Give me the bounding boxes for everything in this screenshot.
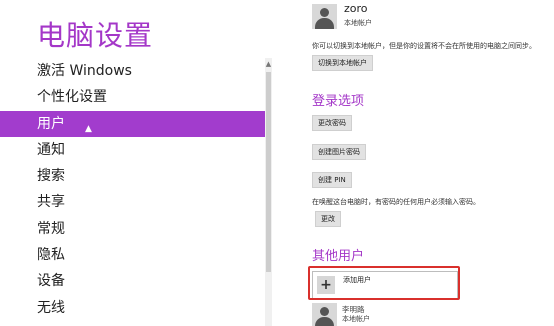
scroll-up-arrow-icon[interactable]: ▲: [265, 58, 272, 70]
nav-item-users-label: 用户: [37, 115, 65, 132]
user-avatar-icon: [312, 4, 337, 29]
nav-item-personalization[interactable]: 个性化设置: [0, 84, 265, 110]
nav-item-notifications[interactable]: 通知: [0, 137, 265, 163]
current-user-account-type: 本地帐户: [344, 19, 372, 27]
other-user-account-type: 本地帐户: [342, 315, 370, 323]
nav-item-general[interactable]: 常规: [0, 216, 265, 242]
change-password-button[interactable]: 更改密码: [312, 115, 352, 131]
sidebar: 电脑设置 激活 Windows 个性化设置 用户 ▲ 通知 搜索 共享 常规 隐…: [0, 0, 265, 326]
other-users-heading: 其他用户: [312, 249, 365, 264]
nav-item-search[interactable]: 搜索: [0, 163, 265, 189]
current-user-name: zoro: [344, 2, 368, 15]
scroll-thumb[interactable]: [266, 72, 271, 272]
other-user-avatar-icon[interactable]: [312, 303, 337, 326]
nav-item-wireless[interactable]: 无线: [0, 295, 265, 321]
create-picture-password-button[interactable]: 创建图片密码: [312, 144, 366, 160]
settings-nav: 激活 Windows 个性化设置 用户 ▲ 通知 搜索 共享 常规 隐私 设备 …: [0, 58, 265, 321]
nav-item-devices[interactable]: 设备: [0, 268, 265, 294]
nav-item-activate-windows[interactable]: 激活 Windows: [0, 58, 265, 84]
login-options-heading: 登录选项: [312, 94, 365, 109]
sidebar-scrollbar[interactable]: ▲: [265, 58, 272, 326]
create-pin-button[interactable]: 创建 PIN: [312, 172, 352, 188]
change-wake-setting-button[interactable]: 更改: [315, 211, 341, 227]
switch-account-description: 你可以切换到本地帐户，但是你的设置将不会在所使用的电脑之间同步。: [312, 42, 536, 50]
nav-item-users[interactable]: 用户 ▲: [0, 110, 265, 137]
main-content: zoro 本地帐户 你可以切换到本地帐户，但是你的设置将不会在所使用的电脑之间同…: [272, 0, 554, 326]
wake-password-description: 在唤醒这台电脑时，有密码的任何用户必须输入密码。: [312, 198, 480, 206]
app-title: 电脑设置: [37, 19, 154, 52]
nav-item-privacy[interactable]: 隐私: [0, 242, 265, 268]
switch-to-local-account-button[interactable]: 切换到本地帐户: [312, 55, 373, 71]
highlight-box: [308, 266, 460, 300]
nav-item-share[interactable]: 共享: [0, 189, 265, 215]
